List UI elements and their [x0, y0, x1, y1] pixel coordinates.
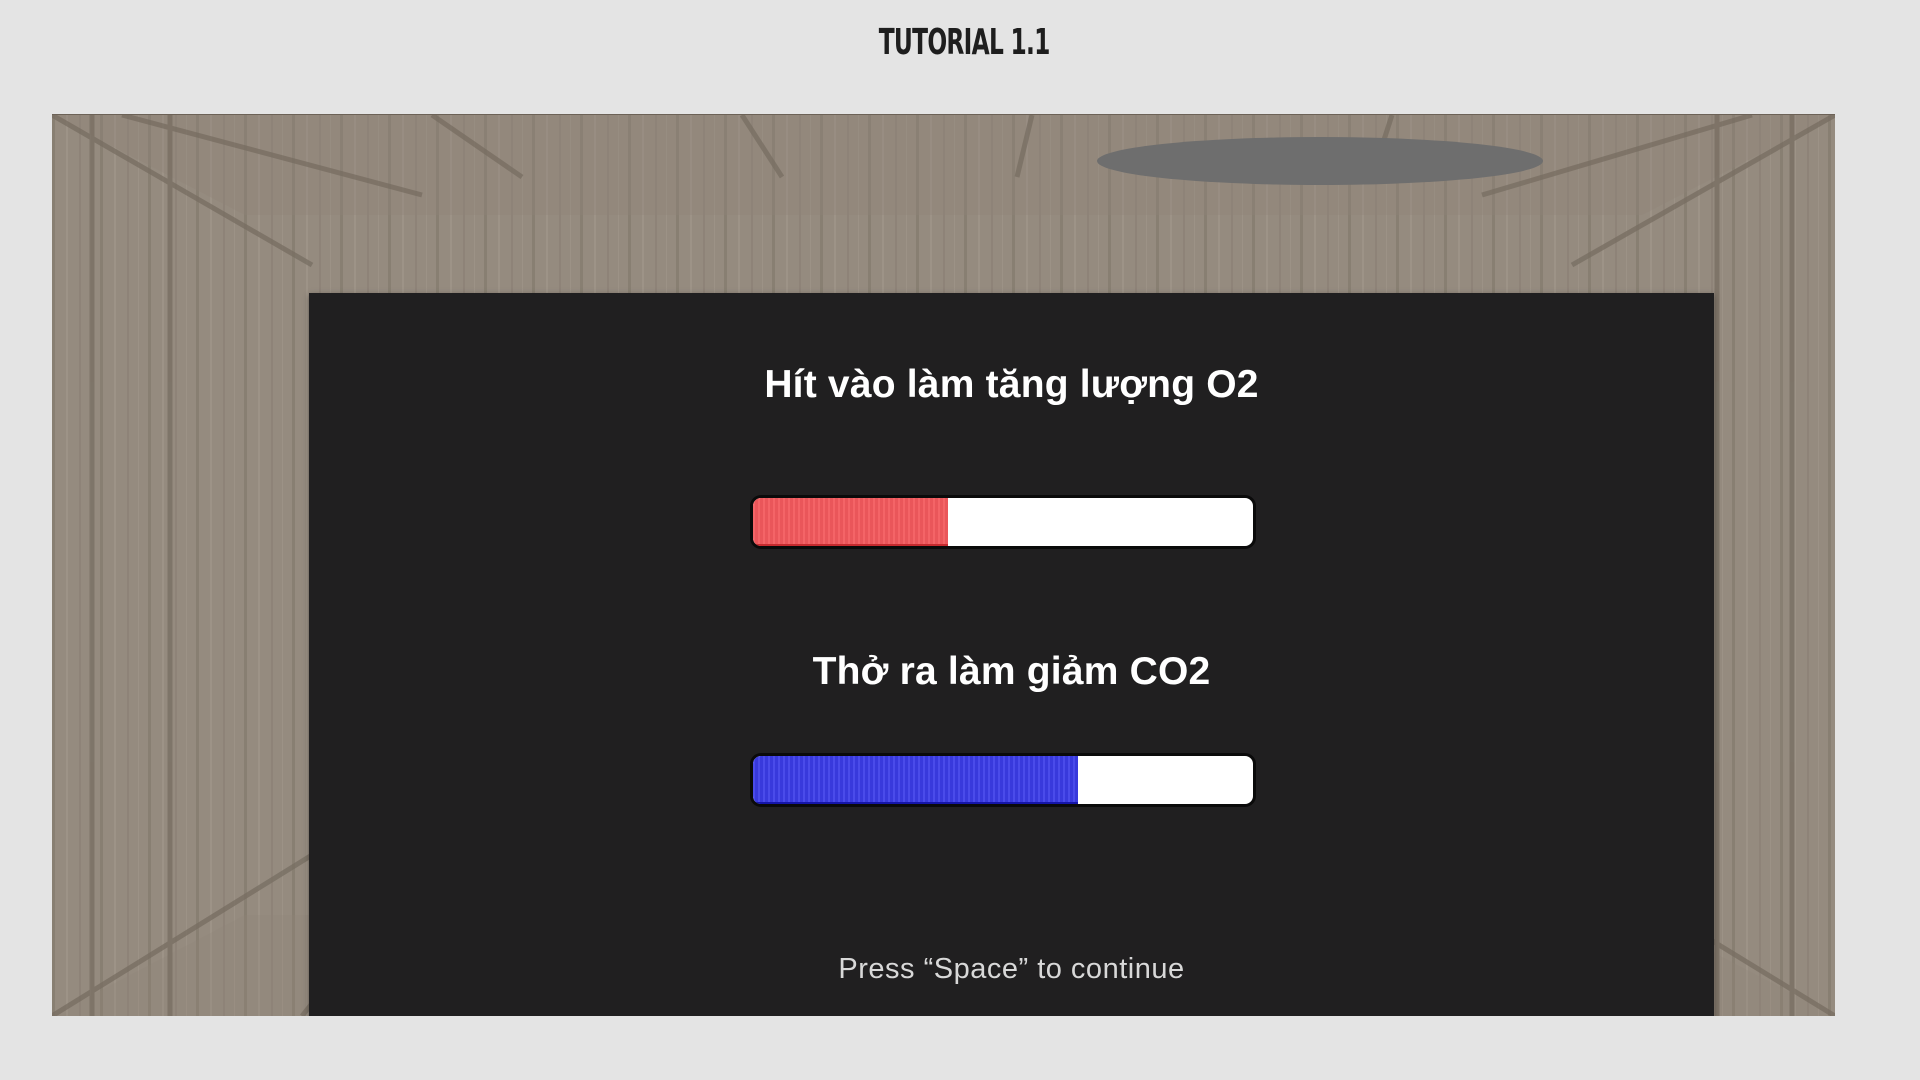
co2-heading: Thở ra làm giảm CO2 — [812, 650, 1211, 693]
ceiling-opening — [1097, 137, 1543, 185]
o2-progress-bar — [753, 498, 1253, 546]
co2-progress-bar — [753, 756, 1253, 804]
tutorial-dialog: Hít vào làm tăng lượng O2 Thở ra làm giả… — [309, 293, 1714, 1016]
co2-progress-fill — [753, 756, 1078, 804]
continue-hint: Press “Space” to continue — [838, 953, 1185, 985]
o2-heading: Hít vào làm tăng lượng O2 — [764, 363, 1259, 406]
page-title: TUTORIAL 1.1 — [878, 22, 1051, 63]
o2-progress-fill — [753, 498, 948, 546]
game-scene: Hít vào làm tăng lượng O2 Thở ra làm giả… — [52, 114, 1835, 1016]
